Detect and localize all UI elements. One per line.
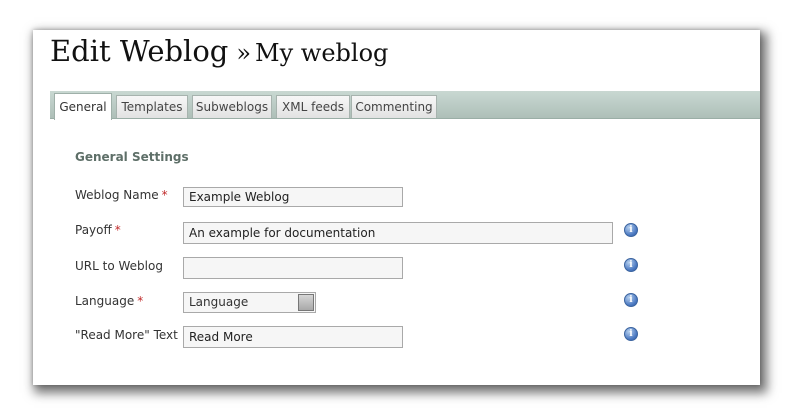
info-icon[interactable]: i <box>624 223 638 237</box>
tab-commenting[interactable]: Commenting <box>351 95 437 118</box>
weblog-name-label: Weblog Name * <box>75 188 168 202</box>
page-header: Edit Weblog» My weblog <box>50 34 388 68</box>
url-input[interactable] <box>183 257 403 279</box>
required-marker: * <box>137 294 144 308</box>
url-label: URL to Weblog <box>75 259 163 273</box>
required-marker: * <box>161 188 168 202</box>
info-icon[interactable]: i <box>624 293 638 307</box>
dropdown-button[interactable] <box>298 294 314 311</box>
breadcrumb-separator: » <box>236 39 252 67</box>
tab-general[interactable]: General <box>54 93 112 120</box>
page-subtitle: My weblog <box>255 39 389 67</box>
language-select-value: Language <box>189 295 249 309</box>
weblog-name-input[interactable] <box>183 187 403 207</box>
read-more-label: "Read More" Text <box>75 328 178 342</box>
language-select[interactable]: Language <box>183 292 316 313</box>
payoff-input[interactable] <box>183 222 613 244</box>
info-icon[interactable]: i <box>624 258 638 272</box>
page-title: Edit Weblog <box>50 34 229 68</box>
required-marker: * <box>114 223 121 237</box>
tab-subweblogs[interactable]: Subweblogs <box>192 95 272 118</box>
payoff-label: Payoff * <box>75 223 121 237</box>
payoff-label-text: Payoff <box>75 223 112 237</box>
tab-bar: General Templates Subweblogs XML feeds C… <box>50 91 760 120</box>
section-title: General Settings <box>75 150 189 164</box>
tab-xml-feeds[interactable]: XML feeds <box>276 95 350 118</box>
language-label-text: Language <box>75 294 135 308</box>
tab-templates[interactable]: Templates <box>116 95 188 118</box>
info-icon[interactable]: i <box>624 327 638 341</box>
weblog-name-label-text: Weblog Name <box>75 188 159 202</box>
language-label: Language * <box>75 294 143 308</box>
read-more-input[interactable] <box>183 326 403 348</box>
